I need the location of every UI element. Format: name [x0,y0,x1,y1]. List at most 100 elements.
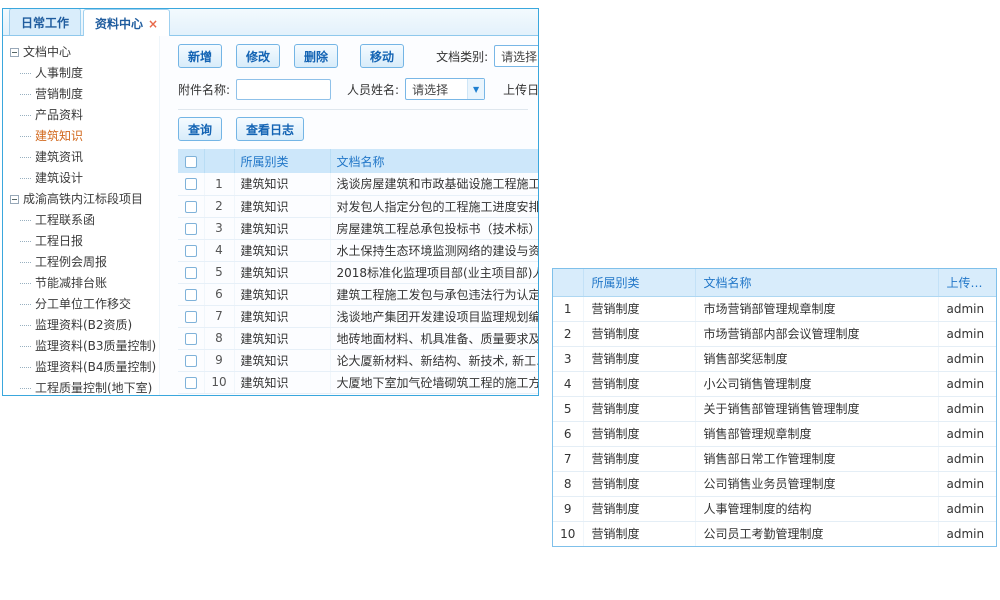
table-row[interactable]: 8建筑知识地砖地面材料、机具准备、质量要求及… [178,327,538,349]
table-row[interactable]: 2营销制度市场营销部内部会议管理制度admin [553,321,996,346]
table-row[interactable]: 9营销制度人事管理制度的结构admin [553,496,996,521]
tab-close-icon[interactable]: × [148,17,158,31]
modify-button[interactable]: 修改 [236,44,280,68]
tree-item-label: 监理资料(B4质量控制) [35,360,156,374]
table-row[interactable]: 7营销制度销售部日常工作管理制度admin [553,446,996,471]
row-category: 营销制度 [583,421,695,446]
row-uploader: admin [938,521,996,546]
table-row[interactable]: 5建筑知识2018标准化监理项目部(业主项目部)人员… [178,261,538,283]
table-row[interactable]: 9建筑知识论大厦新材料、新结构、新技术, 新工… [178,349,538,371]
tree-connector [20,262,31,263]
filter-divider [178,109,528,110]
delete-button[interactable]: 删除 [294,44,338,68]
row-checkbox[interactable] [185,333,197,345]
table-row[interactable]: 2建筑知识对发包人指定分包的工程施工进度安排… [178,195,538,217]
tree-item[interactable]: 建筑设计 [3,168,159,189]
tree-item[interactable]: 建筑资讯 [3,147,159,168]
row-category: 建筑知识 [234,173,330,195]
column-header-category: 所属别类 [234,149,330,173]
table-row[interactable]: 4建筑知识水土保持生态环境监测网络的建设与资… [178,239,538,261]
tree-item[interactable]: 建筑知识 [3,126,159,147]
table-row[interactable]: 4营销制度小公司销售管理制度admin [553,371,996,396]
column-header-uploader: 上传… [938,269,996,296]
table-row[interactable]: 1建筑知识浅谈房屋建筑和市政基础设施工程施工… [178,173,538,195]
collapse-icon[interactable] [10,195,19,204]
row-uploader: admin [938,371,996,396]
tree-item-label: 成渝高铁内江标段项目 [23,192,143,206]
row-checkbox[interactable] [185,311,197,323]
row-checkbox[interactable] [185,178,197,190]
content-area: 新增修改删除移动 文档类别: 请选择 ▼ 文档 附件名称: 人员姓名: 请选择 … [160,36,538,396]
tree-item[interactable]: 文档中心 [3,42,159,63]
table-row[interactable]: 5营销制度关于销售部管理销售管理制度admin [553,396,996,421]
row-uploader: admin [938,346,996,371]
query-button[interactable]: 查询 [178,117,222,141]
row-checkbox-cell [178,349,204,371]
person-name-select[interactable]: 请选择 ▼ [405,78,485,100]
move-button[interactable]: 移动 [360,44,404,68]
attachment-name-input[interactable] [236,79,331,100]
tree-item-label: 建筑知识 [35,129,83,143]
tree-item[interactable]: 节能减排台账 [3,273,159,294]
row-number: 2 [204,195,234,217]
row-category: 建筑知识 [234,327,330,349]
tree-item[interactable]: 工程日报 [3,231,159,252]
tree-item[interactable]: 分工单位工作移交 [3,294,159,315]
row-doc-name: 公司销售业务员管理制度 [695,471,938,496]
table-row[interactable]: 3营销制度销售部奖惩制度admin [553,346,996,371]
tree-item[interactable]: 成渝高铁内江标段项目 [3,189,159,210]
tree-item[interactable]: 营销制度 [3,84,159,105]
row-checkbox[interactable] [185,223,197,235]
row-number: 10 [553,521,583,546]
doc-category-select[interactable]: 请选择 ▼ [494,45,538,67]
tree-item[interactable]: 工程质量控制(地下室) [3,378,159,396]
row-checkbox[interactable] [185,245,197,257]
tree-item[interactable]: 监理资料(B3质量控制) [3,336,159,357]
row-doc-name: 人事管理制度的结构 [695,496,938,521]
tree-item[interactable]: 监理资料(B4质量控制) [3,357,159,378]
row-checkbox-cell [178,261,204,283]
row-checkbox[interactable] [185,355,197,367]
tree-connector [20,367,31,368]
row-checkbox[interactable] [185,289,197,301]
row-doc-name: 销售部奖惩制度 [695,346,938,371]
row-category: 营销制度 [583,346,695,371]
tree-item[interactable]: 人事制度 [3,63,159,84]
window-body: 文档中心人事制度营销制度产品资料建筑知识建筑资讯建筑设计成渝高铁内江标段项目工程… [3,36,538,396]
table-row[interactable]: 10营销制度公司员工考勤管理制度admin [553,521,996,546]
row-checkbox[interactable] [185,201,197,213]
table-row[interactable]: 6营销制度销售部管理规章制度admin [553,421,996,446]
table-row[interactable]: 3建筑知识房屋建筑工程总承包投标书（技术标）… [178,217,538,239]
row-uploader: admin [938,321,996,346]
person-name-value: 请选择 [406,81,467,98]
row-number: 3 [204,217,234,239]
tree-item[interactable]: 工程例会周报 [3,252,159,273]
add-button[interactable]: 新增 [178,44,222,68]
tree-item-label: 工程例会周报 [35,255,107,269]
column-header-doc-name: 文档名称 [330,149,538,173]
table-row[interactable]: 6建筑知识建筑工程施工发包与承包违法行为认定… [178,283,538,305]
table-row[interactable]: 1营销制度市场营销部管理规章制度admin [553,296,996,321]
sidebar-tree: 文档中心人事制度营销制度产品资料建筑知识建筑资讯建筑设计成渝高铁内江标段项目工程… [3,36,160,396]
table-row[interactable]: 8营销制度公司销售业务员管理制度admin [553,471,996,496]
tab-inactive[interactable]: 日常工作 [9,8,81,35]
row-number: 1 [553,296,583,321]
tree-connector [20,241,31,242]
row-checkbox[interactable] [185,267,197,279]
table-row[interactable]: 10建筑知识大厦地下室加气砼墙砌筑工程的施工方… [178,371,538,393]
table-row[interactable]: 7建筑知识浅谈地产集团开发建设项目监理规划编… [178,305,538,327]
tree-item[interactable]: 监理资料(B2资质) [3,315,159,336]
row-number: 10 [204,371,234,393]
select-all-checkbox[interactable] [185,156,197,168]
tree-item-label: 工程联系函 [35,213,95,227]
row-doc-name: 大厦地下室加气砼墙砌筑工程的施工方… [330,371,538,393]
table-header-row: 所属别类 文档名称 上传… [553,269,996,296]
tree-item[interactable]: 工程联系函 [3,210,159,231]
row-doc-name: 房屋建筑工程总承包投标书（技术标）… [330,217,538,239]
tab-active[interactable]: 资料中心× [83,9,170,36]
collapse-icon[interactable] [10,48,19,57]
row-checkbox[interactable] [185,377,197,389]
tree-item[interactable]: 产品资料 [3,105,159,126]
view-log-button[interactable]: 查看日志 [236,117,304,141]
row-category: 营销制度 [583,371,695,396]
